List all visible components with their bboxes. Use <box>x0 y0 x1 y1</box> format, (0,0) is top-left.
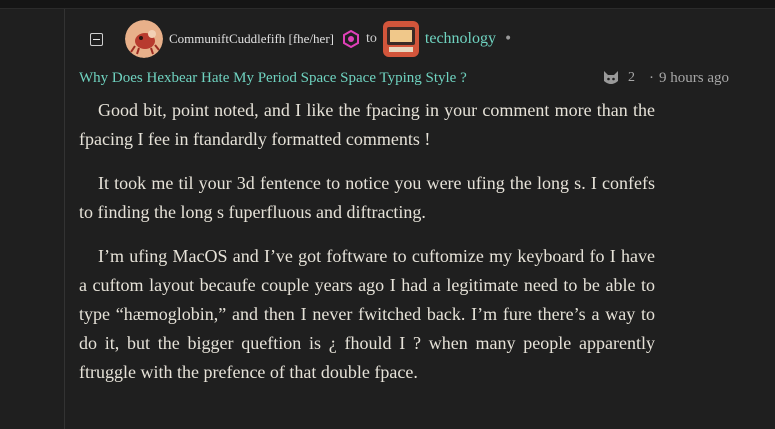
to-label: to <box>366 31 377 46</box>
comment-meta: 2 · 9 hours ago <box>601 69 729 87</box>
comment-header: CommuniftCuddlefifh [fhe/her] to technol… <box>90 20 512 58</box>
cat-icon <box>601 69 621 87</box>
post-row: Why Does Hexbear Hate My Period Space Sp… <box>79 66 729 90</box>
comment-body: Good bit, point noted, and I like the fp… <box>79 96 655 402</box>
timestamp: 9 hours ago <box>659 69 729 86</box>
comment-paragraph: Good bit, point noted, and I like the fp… <box>79 100 655 149</box>
reply-count: 2 <box>628 70 635 85</box>
comment-paragraph: I’m ufing MacOS and I’ve got foftware to… <box>79 246 655 382</box>
author-name[interactable]: CommuniftCuddlefifh [fhe/her] <box>169 31 334 47</box>
comment-paragraph: It took me til your 3d fentence to notic… <box>79 173 655 222</box>
user-avatar[interactable] <box>125 20 163 58</box>
top-bar <box>0 0 775 9</box>
collapse-icon[interactable] <box>90 32 103 46</box>
meta-separator: · <box>649 69 654 86</box>
separator-dot: • <box>503 31 513 47</box>
post-title-link[interactable]: Why Does Hexbear Hate My Period Space Sp… <box>79 70 467 87</box>
community-icon[interactable] <box>382 21 419 57</box>
thread-rail <box>64 9 65 429</box>
community-link[interactable]: technology <box>425 30 496 48</box>
hexagon-badge-icon <box>342 30 360 48</box>
